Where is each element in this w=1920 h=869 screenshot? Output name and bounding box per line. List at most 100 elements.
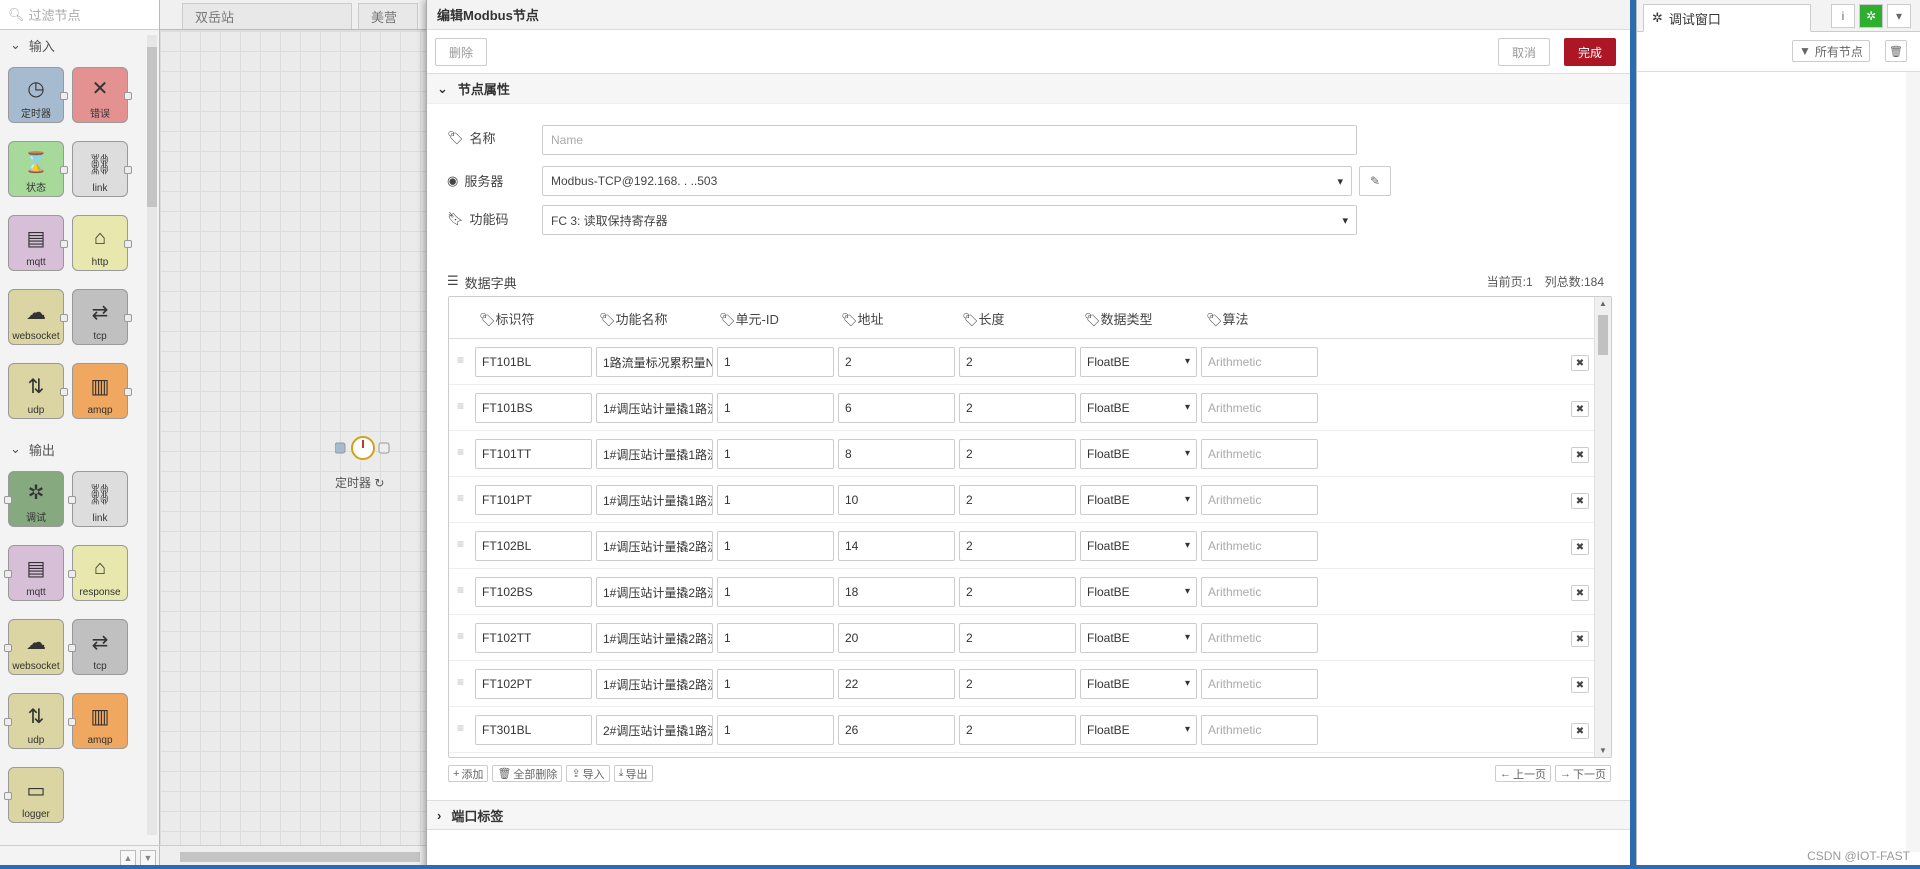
data-type-select[interactable]: FloatBE ▾ [1080, 577, 1197, 607]
row-field-unit[interactable]: 1 [717, 439, 834, 469]
palette-node[interactable]: ▥ amqp [68, 693, 128, 749]
palette-node[interactable]: ⇅ udp [8, 363, 68, 419]
row-field-name[interactable]: 2#调压站计量撬1路流量 [596, 715, 713, 745]
delete-button[interactable]: 删除 [435, 38, 487, 66]
collapse-all-button[interactable]: ▲ [120, 849, 136, 866]
palette-node[interactable]: ⌛ 状态 [8, 141, 68, 197]
palette-category-header[interactable]: ⌄ 输入 [0, 31, 148, 59]
palette-node[interactable]: ▤ mqtt [8, 215, 68, 271]
row-field-unit[interactable]: 1 [717, 623, 834, 653]
row-field-id[interactable]: FT102PT [475, 669, 592, 699]
row-field-arithmetic[interactable]: Arithmetic [1201, 577, 1318, 607]
row-field-arithmetic[interactable]: Arithmetic [1201, 347, 1318, 377]
row-field-name[interactable]: 1#调压站计量撬2路流量 [596, 531, 713, 561]
import-button[interactable]: ⇪ 导入 [566, 765, 610, 782]
row-field-unit[interactable]: 1 [717, 531, 834, 561]
row-field-addr[interactable]: 8 [838, 439, 955, 469]
row-field-id[interactable]: FT102TT [475, 623, 592, 653]
remove-row-icon[interactable]: ✖ [1571, 447, 1589, 463]
palette-node[interactable]: ◷ 定时器 [8, 67, 68, 123]
remove-row-icon[interactable]: ✖ [1571, 723, 1589, 739]
row-field-id[interactable]: FT101BL [475, 347, 592, 377]
data-type-select[interactable]: FloatBE ▾ [1080, 623, 1197, 653]
row-field-arithmetic[interactable]: Arithmetic [1201, 393, 1318, 423]
done-button[interactable]: 完成 [1564, 38, 1616, 66]
drag-handle-icon[interactable]: ≡ [457, 629, 464, 643]
row-field-name[interactable]: 1#调压站计量撬2路流量 [596, 669, 713, 699]
palette-node[interactable]: ⛓ link [72, 141, 132, 197]
row-field-addr[interactable]: 18 [838, 577, 955, 607]
palette-node[interactable]: ✕ 错误 [72, 67, 132, 123]
remove-row-icon[interactable]: ✖ [1571, 355, 1589, 371]
cancel-button[interactable]: 取消 [1498, 38, 1550, 66]
drag-handle-icon[interactable]: ≡ [457, 445, 464, 459]
row-field-unit[interactable]: 1 [717, 347, 834, 377]
data-type-select[interactable]: FloatBE ▾ [1080, 347, 1197, 377]
palette-node[interactable]: ☁ websocket [4, 619, 64, 675]
drag-handle-icon[interactable]: ≡ [457, 353, 464, 367]
row-field-name[interactable]: 1#调压站计量撬2路流量 [596, 623, 713, 653]
palette-scrollbar[interactable] [147, 35, 157, 835]
row-field-len[interactable]: 2 [959, 669, 1076, 699]
row-field-arithmetic[interactable]: Arithmetic [1201, 715, 1318, 745]
row-field-name[interactable]: 1#调压站计量撬2路流量 [596, 577, 713, 607]
table-scrollbar[interactable]: ▲ ▼ [1594, 297, 1611, 757]
row-field-addr[interactable]: 14 [838, 531, 955, 561]
row-field-arithmetic[interactable]: Arithmetic [1201, 531, 1318, 561]
palette-node[interactable]: ⇄ tcp [72, 289, 132, 345]
palette-node[interactable]: ☁ websocket [8, 289, 68, 345]
data-type-select[interactable]: FloatBE ▾ [1080, 531, 1197, 561]
server-select[interactable]: Modbus-TCP@192.168. . ..503 ▾ [542, 166, 1352, 196]
row-field-addr[interactable]: 22 [838, 669, 955, 699]
edit-server-button[interactable]: ✎ [1359, 166, 1391, 196]
row-field-len[interactable]: 2 [959, 393, 1076, 423]
drag-handle-icon[interactable]: ≡ [457, 537, 464, 551]
remove-row-icon[interactable]: ✖ [1571, 401, 1589, 417]
row-field-name[interactable]: 1#调压站计量撬1路流量 [596, 393, 713, 423]
row-field-id[interactable]: FT101BS [475, 393, 592, 423]
drag-handle-icon[interactable]: ≡ [457, 721, 464, 735]
row-field-id[interactable]: FT101PT [475, 485, 592, 515]
row-field-len[interactable]: 2 [959, 531, 1076, 561]
flow-canvas[interactable]: 定时器 ↻ [160, 31, 430, 845]
tab-debug[interactable]: ✲ 调试窗口 [1643, 4, 1811, 32]
palette-node[interactable]: ⇄ tcp [68, 619, 128, 675]
sidebar-scrollbar[interactable] [1906, 72, 1920, 852]
debug-tab-icon[interactable]: ✲ [1859, 4, 1883, 28]
palette-node[interactable]: ⛓ link [68, 471, 128, 527]
row-field-unit[interactable]: 1 [717, 715, 834, 745]
info-icon[interactable]: i [1831, 4, 1855, 28]
row-field-name[interactable]: 1#调压站计量撬1路流量 [596, 439, 713, 469]
row-field-len[interactable]: 2 [959, 485, 1076, 515]
next-page-button[interactable]: → 下一页 [1555, 765, 1611, 782]
tab-flow-2[interactable]: 美营 [358, 3, 418, 29]
row-field-id[interactable]: FT102BL [475, 531, 592, 561]
row-field-addr[interactable]: 6 [838, 393, 955, 423]
row-field-name[interactable]: 1路流量标况累积量Nm3 [596, 347, 713, 377]
row-field-id[interactable]: FT301BL [475, 715, 592, 745]
row-field-addr[interactable]: 20 [838, 623, 955, 653]
delete-all-button[interactable]: 🗑︎ 全部删除 [492, 765, 563, 782]
scroll-up-icon[interactable]: ▲ [1599, 299, 1607, 308]
row-field-arithmetic[interactable]: Arithmetic [1201, 623, 1318, 653]
row-field-name[interactable]: 1#调压站计量撬1路流量 [596, 485, 713, 515]
palette-node[interactable]: ▭ logger [4, 767, 64, 823]
palette-node[interactable]: ⇅ udp [4, 693, 64, 749]
export-button[interactable]: ⤓ 导出 [613, 765, 653, 782]
palette-category-header[interactable]: ⌄ 输出 [0, 435, 148, 463]
row-field-arithmetic[interactable]: Arithmetic [1201, 485, 1318, 515]
row-field-arithmetic[interactable]: Arithmetic [1201, 439, 1318, 469]
timer-node[interactable]: 定时器 ↻ [334, 431, 395, 491]
row-field-len[interactable]: 2 [959, 439, 1076, 469]
palette-node[interactable]: ▥ amqp [72, 363, 132, 419]
expand-all-button[interactable]: ▼ [140, 849, 156, 866]
drag-handle-icon[interactable]: ≡ [457, 491, 464, 505]
drag-handle-icon[interactable]: ≡ [457, 399, 464, 413]
row-field-len[interactable]: 2 [959, 577, 1076, 607]
clear-debug-button[interactable]: 🗑︎ [1885, 40, 1907, 62]
row-field-unit[interactable]: 1 [717, 669, 834, 699]
remove-row-icon[interactable]: ✖ [1571, 585, 1589, 601]
drag-handle-icon[interactable]: ≡ [457, 675, 464, 689]
filter-all-nodes-button[interactable]: ▼ 所有节点 [1792, 40, 1870, 62]
row-field-addr[interactable]: 2 [838, 347, 955, 377]
